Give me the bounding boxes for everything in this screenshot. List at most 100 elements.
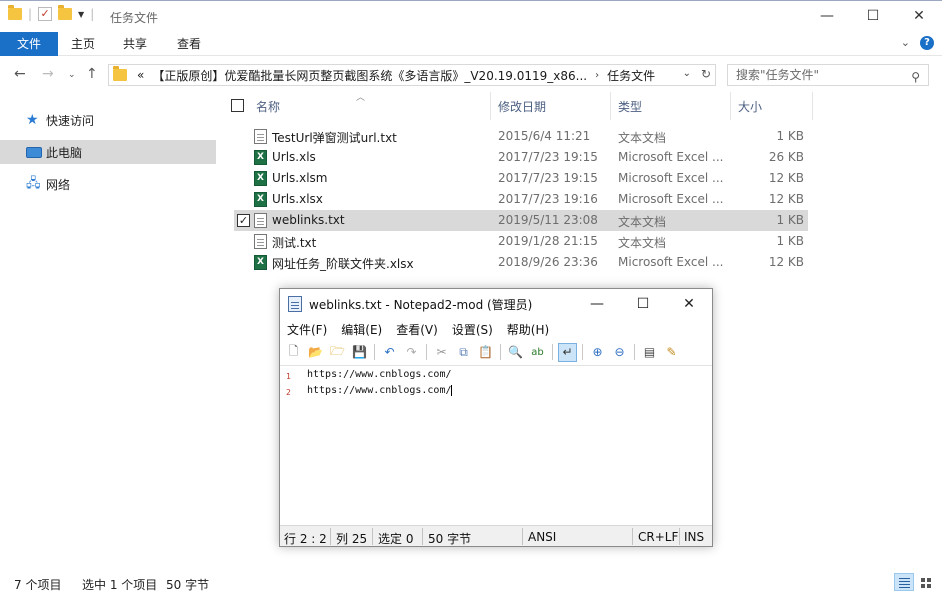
file-date: 2017/7/23 19:15 bbox=[498, 171, 598, 185]
file-row[interactable]: X Urls.xls 2017/7/23 19:15 Microsoft Exc… bbox=[234, 147, 808, 168]
expand-ribbon-icon[interactable]: ⌄ bbox=[901, 36, 910, 50]
file-date: 2017/7/23 19:16 bbox=[498, 192, 598, 206]
customize-toolbar-dropdown-icon[interactable]: ▼ bbox=[78, 10, 84, 19]
zoom-out-icon[interactable]: ⊖ bbox=[610, 343, 629, 362]
text-caret bbox=[451, 385, 452, 396]
copy-icon[interactable]: ⧉ bbox=[454, 343, 473, 362]
notepad-minimize-button[interactable]: — bbox=[574, 289, 620, 319]
open-folder-icon[interactable]: 📂 bbox=[306, 343, 325, 362]
forward-arrow-icon[interactable]: → bbox=[42, 66, 54, 82]
search-input[interactable]: 搜索"任务文件" ⚲ bbox=[727, 64, 929, 86]
file-date: 2019/5/11 23:08 bbox=[498, 213, 598, 227]
file-row[interactable]: X 网址任务_阶联文件夹.xlsx 2018/9/26 23:36 Micros… bbox=[234, 252, 808, 273]
back-arrow-icon[interactable]: ← bbox=[14, 66, 26, 82]
notepad-app-icon[interactable] bbox=[288, 296, 302, 312]
tab-share[interactable]: 共享 bbox=[112, 32, 158, 56]
row-checkbox[interactable]: ✓ bbox=[237, 214, 250, 227]
menu-file[interactable]: 文件(F) bbox=[280, 319, 334, 339]
save-icon[interactable]: 💾 bbox=[350, 343, 369, 362]
file-name: weblinks.txt bbox=[272, 213, 345, 227]
file-date: 2015/6/4 11:21 bbox=[498, 129, 591, 143]
line-number: 1 bbox=[286, 372, 291, 381]
minimize-button[interactable]: — bbox=[804, 1, 850, 31]
column-header-type[interactable]: 类型 bbox=[618, 98, 642, 115]
cut-icon[interactable]: ✂ bbox=[432, 343, 451, 362]
file-row[interactable]: X Urls.xlsx 2017/7/23 19:16 Microsoft Ex… bbox=[234, 189, 808, 210]
redo-icon[interactable]: ↷ bbox=[402, 343, 421, 362]
nav-item-this-pc[interactable]: 此电脑 bbox=[0, 140, 216, 164]
tab-file[interactable]: 文件 bbox=[0, 32, 58, 56]
column-header-name[interactable]: 名称 bbox=[256, 98, 280, 115]
file-name: Urls.xlsm bbox=[272, 171, 328, 185]
tab-home[interactable]: 主页 bbox=[60, 32, 106, 56]
notepad-window: weblinks.txt - Notepad2-mod (管理员) — ☐ ✕ … bbox=[279, 288, 713, 547]
up-arrow-icon[interactable]: ↑ bbox=[86, 66, 98, 82]
address-dropdown-icon[interactable]: ⌄ bbox=[683, 68, 691, 79]
tab-view[interactable]: 查看 bbox=[166, 32, 212, 56]
search-icon[interactable]: ⚲ bbox=[911, 67, 920, 87]
ribbon-tabs: 文件 主页 共享 查看 ⌄ ? bbox=[0, 32, 942, 56]
file-type: Microsoft Excel ... bbox=[618, 255, 724, 269]
breadcrumb-current[interactable]: 任务文件 bbox=[607, 67, 655, 84]
breadcrumb-overflow[interactable]: « bbox=[137, 68, 144, 82]
find-icon[interactable]: 🔍 bbox=[506, 343, 525, 362]
excel-file-icon: X bbox=[254, 192, 267, 207]
nav-item-label: 网络 bbox=[46, 177, 71, 192]
file-size: 12 KB bbox=[768, 192, 804, 206]
breadcrumb-parent[interactable]: 【正版原创】优爱酷批量长网页整页截图系统《多语言版》_V20.19.0119_x… bbox=[152, 67, 587, 84]
zoom-in-icon[interactable]: ⊕ bbox=[588, 343, 607, 362]
new-file-icon[interactable]: 🗋 bbox=[284, 343, 303, 362]
menu-edit[interactable]: 编辑(E) bbox=[334, 319, 389, 339]
select-all-checkbox[interactable] bbox=[231, 99, 244, 112]
file-row[interactable]: TestUrl弹窗测试url.txt 2015/6/4 11:21 文本文档 1… bbox=[234, 126, 808, 147]
status-insert-mode: INS bbox=[684, 530, 705, 544]
notepad-close-button[interactable]: ✕ bbox=[666, 289, 712, 319]
refresh-icon[interactable]: ↻ bbox=[701, 67, 711, 81]
help-icon[interactable]: ? bbox=[920, 36, 934, 50]
close-button[interactable]: ✕ bbox=[896, 1, 942, 31]
column-header-size[interactable]: 大小 bbox=[738, 98, 762, 115]
browse-icon[interactable]: 🗁 bbox=[328, 343, 347, 362]
maximize-button[interactable]: ☐ bbox=[850, 1, 896, 31]
file-row-selected[interactable]: ✓ weblinks.txt 2019/5/11 23:08 文本文档 1 KB bbox=[234, 210, 808, 231]
new-folder-icon[interactable] bbox=[58, 5, 73, 20]
search-placeholder: 搜索"任务文件" bbox=[736, 68, 820, 82]
excel-file-icon: X bbox=[254, 255, 267, 270]
word-wrap-icon[interactable]: ↵ bbox=[558, 342, 577, 362]
large-icons-view-icon bbox=[921, 578, 925, 582]
nav-item-quick-access[interactable]: ★ 快速访问 bbox=[0, 108, 216, 132]
excel-file-icon: X bbox=[254, 171, 267, 186]
breadcrumb-separator-icon[interactable]: › bbox=[595, 70, 599, 81]
notepad-maximize-button[interactable]: ☐ bbox=[620, 289, 666, 319]
excel-file-icon: X bbox=[254, 150, 267, 165]
properties-icon[interactable]: ✓ bbox=[38, 7, 53, 21]
file-row[interactable]: 测试.txt 2019/1/28 21:15 文本文档 1 KB bbox=[234, 231, 808, 252]
status-line-endings: CR+LF bbox=[638, 530, 679, 544]
notepad-editor[interactable]: 1 https://www.cnblogs.com/ 2 https://www… bbox=[280, 365, 712, 525]
column-header-date[interactable]: 修改日期 bbox=[498, 98, 546, 115]
undo-icon[interactable]: ↶ bbox=[380, 343, 399, 362]
line-number: 2 bbox=[286, 388, 291, 397]
computer-icon bbox=[26, 146, 42, 158]
window-title: 任务文件 bbox=[110, 11, 159, 25]
text-file-icon bbox=[254, 213, 267, 228]
notepad-status-bar: 行 2 : 2 列 25 选定 0 50 字节 ANSI CR+LF INS bbox=[280, 525, 712, 546]
file-date: 2017/7/23 19:15 bbox=[498, 150, 598, 164]
address-bar[interactable]: « 【正版原创】优爱酷批量长网页整页截图系统《多语言版》_V20.19.0119… bbox=[108, 64, 716, 86]
details-view-icon bbox=[899, 578, 910, 579]
notepad-title: weblinks.txt - Notepad2-mod (管理员) bbox=[309, 298, 533, 312]
menu-settings[interactable]: 设置(S) bbox=[445, 319, 500, 339]
nav-item-network[interactable]: 🖧 网络 bbox=[0, 172, 216, 196]
paste-icon[interactable]: 📋 bbox=[476, 343, 495, 362]
file-size: 12 KB bbox=[768, 255, 804, 269]
menu-view[interactable]: 查看(V) bbox=[389, 319, 445, 339]
large-icons-view-button[interactable] bbox=[916, 573, 936, 591]
explorer-status-bar: 7 个项目 选中 1 个项目 50 字节 bbox=[0, 568, 942, 596]
file-row[interactable]: X Urls.xlsm 2017/7/23 19:15 Microsoft Ex… bbox=[234, 168, 808, 189]
scheme-icon[interactable]: ▤ bbox=[640, 343, 659, 362]
details-view-button[interactable] bbox=[894, 573, 914, 591]
menu-help[interactable]: 帮助(H) bbox=[500, 319, 556, 339]
recent-locations-chevron-icon[interactable]: ⌄ bbox=[68, 70, 76, 80]
customize-icon[interactable]: ✎ bbox=[662, 343, 681, 362]
replace-icon[interactable]: ab bbox=[528, 343, 547, 362]
